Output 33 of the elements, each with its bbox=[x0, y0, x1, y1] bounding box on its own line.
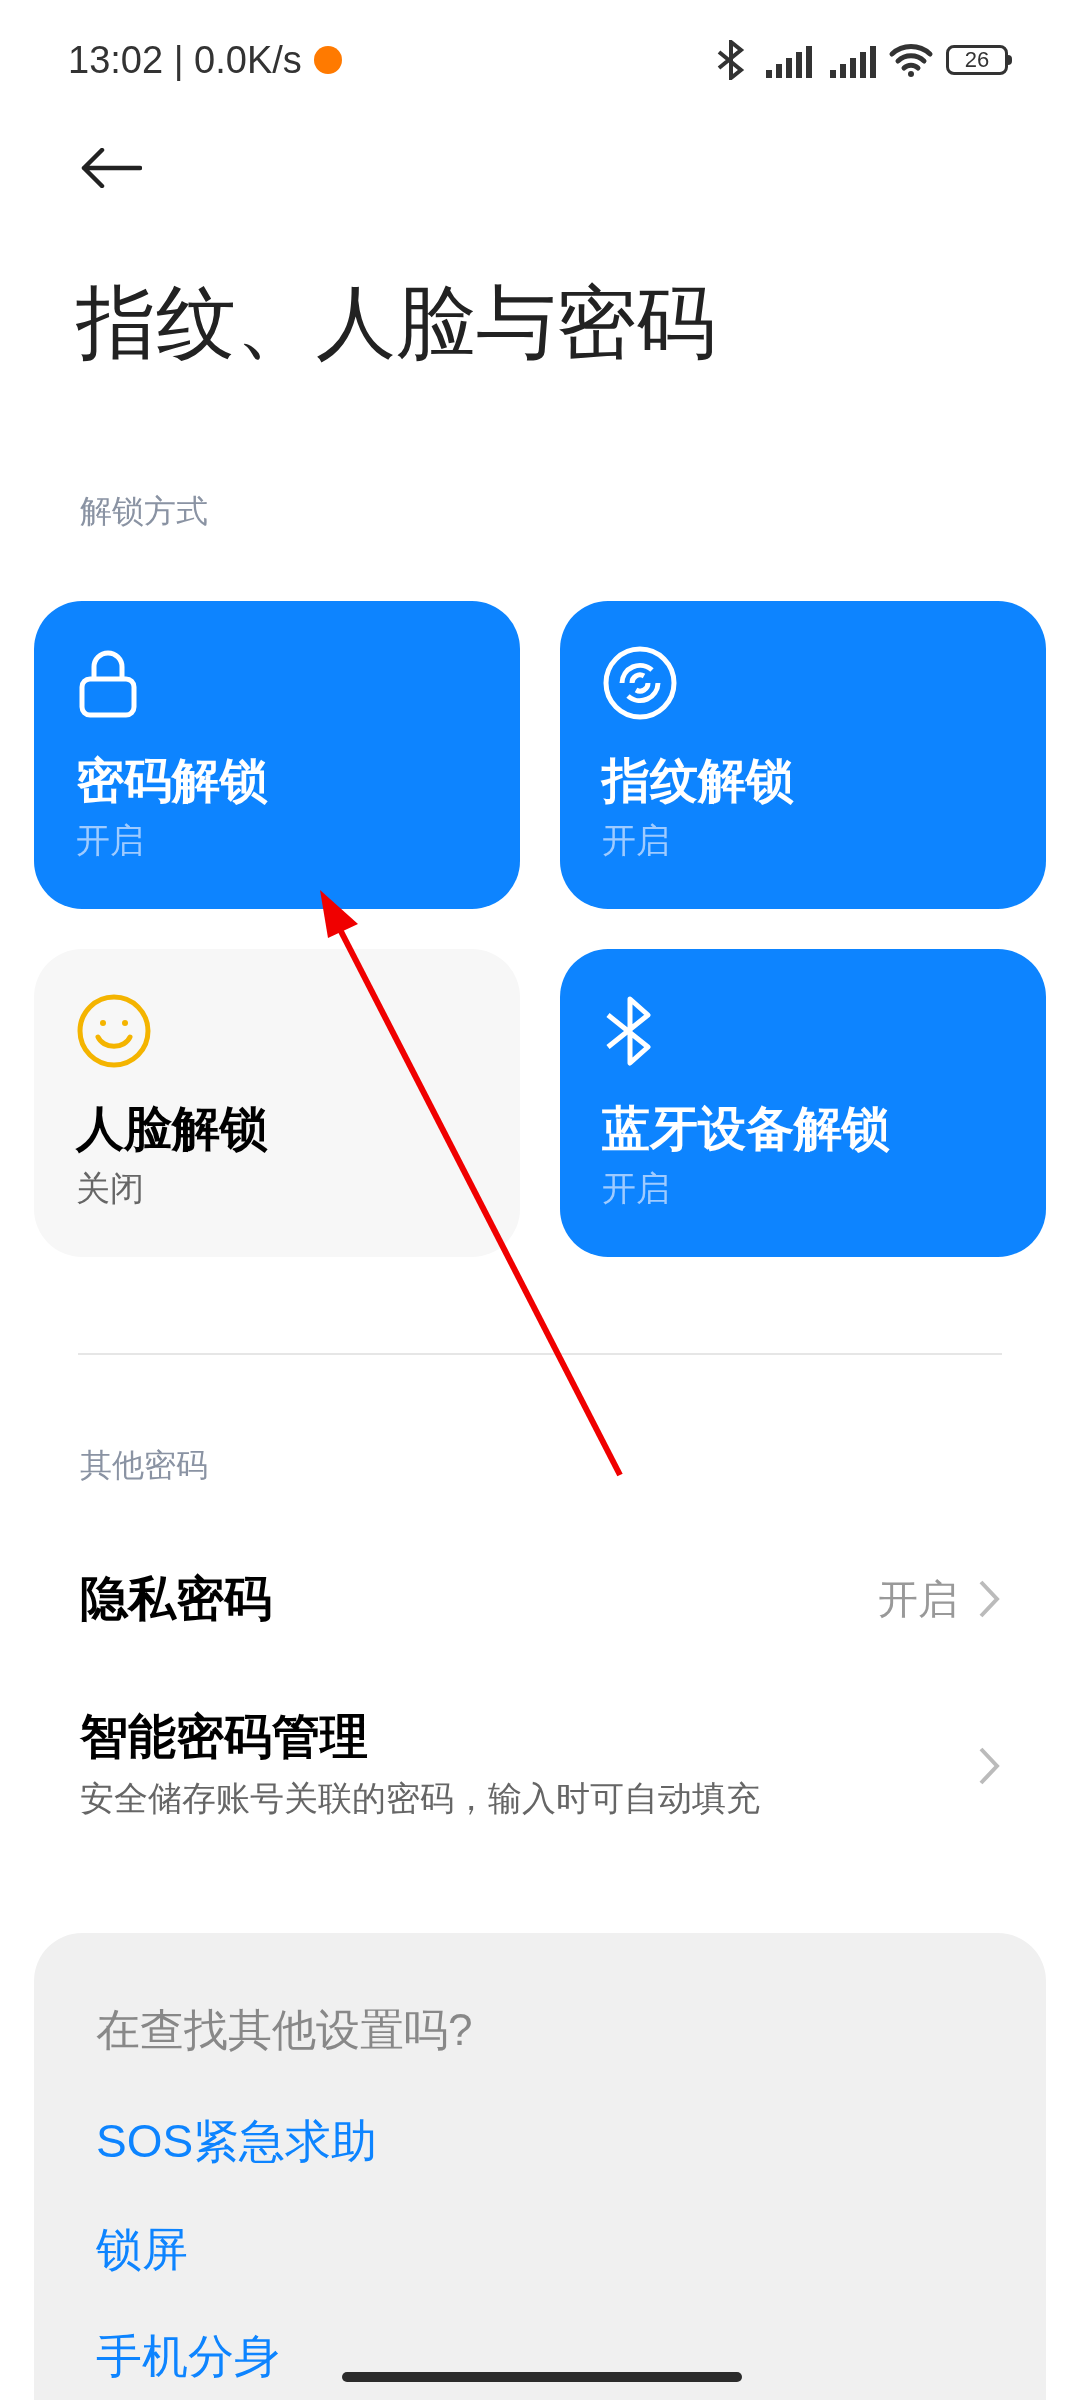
page-title: 指纹、人脸与密码 bbox=[75, 283, 717, 363]
chevron-right-icon bbox=[978, 1745, 1000, 1786]
suggestions-heading: 在查找其他设置吗? bbox=[96, 2004, 474, 2056]
app-notification-icon bbox=[313, 46, 342, 74]
status-time: 13:02 | 0.0K/s bbox=[68, 37, 302, 83]
row-value: 开启 bbox=[878, 1576, 958, 1623]
unlock-tile[interactable]: 人脸解锁 关闭 bbox=[34, 949, 520, 1257]
suggestion-link[interactable]: SOS紧急求助 bbox=[96, 2113, 378, 2171]
tile-status: 开启 bbox=[602, 1168, 671, 1209]
tile-title: 指纹解锁 bbox=[602, 753, 795, 809]
settings-row[interactable]: 智能密码管理 安全储存账号关联的密码，输入时可自动填充 bbox=[0, 1673, 1080, 1858]
smiley-icon bbox=[76, 993, 152, 1069]
tile-title: 人脸解锁 bbox=[76, 1101, 269, 1157]
back-arrow-icon[interactable] bbox=[80, 148, 142, 188]
unlock-tile[interactable]: 蓝牙设备解锁 开启 bbox=[560, 949, 1046, 1257]
unlock-tile[interactable]: 指纹解锁 开启 bbox=[560, 601, 1046, 909]
fingerprint-icon bbox=[602, 645, 678, 721]
settings-row[interactable]: 隐私密码 开启 bbox=[0, 1525, 1080, 1673]
tile-status: 开启 bbox=[76, 820, 145, 861]
row-title: 隐私密码 bbox=[80, 1571, 272, 1627]
wifi-icon bbox=[888, 42, 934, 78]
row-title: 智能密码管理 bbox=[80, 1709, 369, 1765]
section-label: 解锁方式 bbox=[79, 492, 209, 531]
tile-status: 关闭 bbox=[76, 1168, 145, 1209]
tile-status: 开启 bbox=[602, 820, 671, 861]
suggestion-link[interactable]: 手机分身 bbox=[96, 2328, 280, 2386]
chevron-right-icon bbox=[978, 1579, 1000, 1619]
section-label: 其他密码 bbox=[79, 1446, 209, 1485]
tile-title: 蓝牙设备解锁 bbox=[602, 1101, 891, 1157]
tile-title: 密码解锁 bbox=[76, 753, 269, 809]
row-subtitle: 安全储存账号关联的密码，输入时可自动填充 bbox=[80, 1778, 760, 1819]
unlock-tile[interactable]: 密码解锁 开启 bbox=[34, 601, 520, 909]
suggestion-link[interactable]: 锁屏 bbox=[96, 2220, 188, 2278]
